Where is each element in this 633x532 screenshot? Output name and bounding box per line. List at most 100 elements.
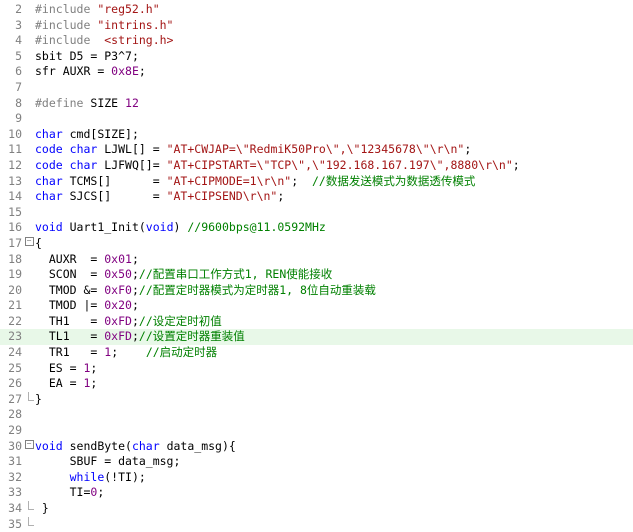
line-number: 12 bbox=[8, 157, 22, 172]
code-token-default: TCMS[] = bbox=[62, 173, 167, 188]
code-token-string: "AT+CIPSEND\r\n" bbox=[166, 189, 278, 204]
line-number: 3 bbox=[15, 17, 22, 32]
code-line[interactable]: 7 bbox=[0, 80, 633, 96]
fold-collapse-icon[interactable]: − bbox=[24, 236, 34, 252]
code-line[interactable]: 14 char SJCS[] = "AT+CIPSEND\r\n"; bbox=[0, 189, 633, 205]
code-token-comment: //数据发送模式为数据透传模式 bbox=[311, 173, 476, 188]
code-text: code char LJFWQ[]= "AT+CIPSTART=\"TCP\",… bbox=[35, 158, 633, 174]
code-line[interactable]: 35 bbox=[0, 516, 633, 532]
line-number: 9 bbox=[15, 111, 22, 126]
line-number: 35 bbox=[8, 516, 22, 531]
code-token-default: TL1 = bbox=[35, 329, 105, 344]
code-line[interactable]: 13 char TCMS[] = "AT+CIPMODE=1\r\n"; //数据… bbox=[0, 174, 633, 190]
code-text: char cmd[SIZE]; bbox=[35, 127, 633, 143]
line-number: 20 bbox=[8, 282, 22, 297]
code-line[interactable]: 11 code char LJWL[] = "AT+CWJAP=\"RedmiK5… bbox=[0, 142, 633, 158]
code-token-default: ; bbox=[277, 189, 285, 204]
code-token-default: TI= bbox=[35, 485, 91, 500]
code-line[interactable]: 31 SBUF = data_msg; bbox=[0, 454, 633, 470]
code-token-default: ; bbox=[90, 376, 98, 391]
code-token-default: sbit bbox=[35, 48, 63, 63]
code-line[interactable]: 33 TI=0; bbox=[0, 485, 633, 501]
code-text: code char LJWL[] = "AT+CWJAP=\"RedmiK50P… bbox=[35, 142, 633, 158]
code-token-default: ; bbox=[131, 282, 139, 297]
code-line[interactable]: 21 TMOD |= 0x20; bbox=[0, 298, 633, 314]
code-text: void sendByte(char data_msg){ bbox=[35, 439, 633, 455]
code-token-default: sendByte( bbox=[62, 438, 132, 453]
code-line[interactable]: 25 ES = 1; bbox=[0, 361, 633, 377]
code-token-default: TMOD |= bbox=[35, 298, 105, 313]
code-token-string: "AT+CIPMODE=1\r\n" bbox=[166, 173, 292, 188]
code-token-keyword: void bbox=[145, 220, 174, 235]
code-token-default: { bbox=[35, 235, 42, 250]
line-number: 13 bbox=[8, 173, 22, 188]
line-number: 25 bbox=[8, 360, 22, 375]
line-number: 7 bbox=[15, 79, 22, 94]
code-line[interactable]: 9 bbox=[0, 111, 633, 127]
code-line[interactable]: 23 TL1 = 0xFD;//设置定时器重装值 bbox=[0, 329, 633, 346]
code-line[interactable]: 2 #include "reg52.h" bbox=[0, 2, 633, 18]
code-token-keyword: code bbox=[35, 142, 63, 157]
code-line[interactable]: 12 code char LJFWQ[]= "AT+CIPSTART=\"TCP\… bbox=[0, 158, 633, 174]
code-line[interactable]: 29 bbox=[0, 423, 633, 439]
code-text: while(!TI); bbox=[35, 470, 633, 486]
code-token-default: } bbox=[35, 501, 49, 515]
code-line[interactable]: 18 AUXR = 0x01; bbox=[0, 252, 633, 268]
code-editor[interactable]: 2 #include "reg52.h" 3 #include "intrins.h"… bbox=[0, 0, 633, 531]
code-line[interactable]: 16 void Uart1_Init(void) //9600bps@11.059… bbox=[0, 220, 633, 236]
code-line[interactable]: 17−{ bbox=[0, 236, 633, 252]
line-number: 8 bbox=[15, 95, 22, 110]
line-number: 22 bbox=[8, 313, 22, 328]
code-token-preproc: #include bbox=[35, 33, 105, 48]
code-token-preproc: #define bbox=[35, 95, 84, 110]
code-line[interactable]: 22 TH1 = 0xFD;//设定定时初值 bbox=[0, 314, 633, 330]
line-number: 16 bbox=[8, 220, 22, 235]
code-token-default: ES = bbox=[35, 360, 84, 375]
line-number: 33 bbox=[8, 485, 22, 500]
code-token-preproc: #include bbox=[35, 17, 98, 32]
fold-collapse-icon[interactable]: − bbox=[24, 439, 34, 455]
code-line[interactable]: 32 while(!TI); bbox=[0, 470, 633, 486]
code-token-comment: //设定定时初值 bbox=[138, 313, 222, 328]
code-token-default: ; bbox=[131, 329, 139, 344]
line-number: 15 bbox=[8, 204, 22, 219]
line-number: 26 bbox=[8, 376, 22, 391]
code-line[interactable]: 20 TMOD &= 0xF0;//配置定时器模式为定时器1, 8位自动重装载 bbox=[0, 283, 633, 299]
code-token-default: ; bbox=[291, 173, 312, 188]
code-text: { bbox=[35, 236, 633, 252]
code-token-default: TMOD &= bbox=[35, 282, 105, 297]
code-text: char TCMS[] = "AT+CIPMODE=1\r\n"; //数据发送… bbox=[35, 174, 633, 190]
code-line[interactable]: 26 EA = 1; bbox=[0, 376, 633, 392]
code-token-number: 0x01 bbox=[104, 251, 132, 266]
line-number: 14 bbox=[8, 189, 22, 204]
code-text: TMOD &= 0xF0;//配置定时器模式为定时器1, 8位自动重装载 bbox=[35, 283, 633, 299]
code-line[interactable]: 19 SCON = 0x50;//配置串口工作方式1, REN使能接收 bbox=[0, 267, 633, 283]
code-line[interactable]: 30− void sendByte(char data_msg){ bbox=[0, 439, 633, 455]
code-line[interactable]: 8 #define SIZE 12 bbox=[0, 96, 633, 112]
code-token-number: 0xF0 bbox=[104, 282, 132, 297]
code-line[interactable]: 28 bbox=[0, 407, 633, 423]
code-line[interactable]: 27} bbox=[0, 391, 633, 408]
code-line[interactable]: 15 bbox=[0, 205, 633, 221]
code-line[interactable]: 10 char cmd[SIZE]; bbox=[0, 127, 633, 143]
code-text: AUXR = 0x01; bbox=[35, 252, 633, 268]
code-line[interactable]: 3 #include "intrins.h" bbox=[0, 18, 633, 34]
code-token-comment: //启动定时器 bbox=[145, 345, 218, 360]
code-token-default: data_msg){ bbox=[159, 438, 236, 453]
code-token-keyword: char bbox=[35, 173, 63, 188]
code-token-default: ; bbox=[97, 485, 105, 500]
code-line[interactable]: 24 TR1 = 1; //启动定时器 bbox=[0, 345, 633, 361]
code-line[interactable]: 5 sbit D5 = P3^7; bbox=[0, 49, 633, 65]
code-line[interactable]: 4 #include <string.h> bbox=[0, 33, 633, 49]
line-number: 5 bbox=[15, 48, 22, 63]
code-token-comment: //设置定时器重装值 bbox=[138, 329, 245, 344]
code-text: ES = 1; bbox=[35, 361, 633, 377]
code-line[interactable]: 6 sfr AUXR = 0x8E; bbox=[0, 64, 633, 80]
code-token-default bbox=[63, 142, 70, 156]
code-line[interactable]: 34 } bbox=[0, 501, 633, 517]
code-token-default: ; bbox=[131, 298, 139, 313]
code-token-keyword: char bbox=[131, 438, 160, 453]
code-token-keyword: char bbox=[35, 126, 63, 141]
line-number: 30 bbox=[8, 438, 22, 453]
code-text: EA = 1; bbox=[35, 376, 633, 392]
